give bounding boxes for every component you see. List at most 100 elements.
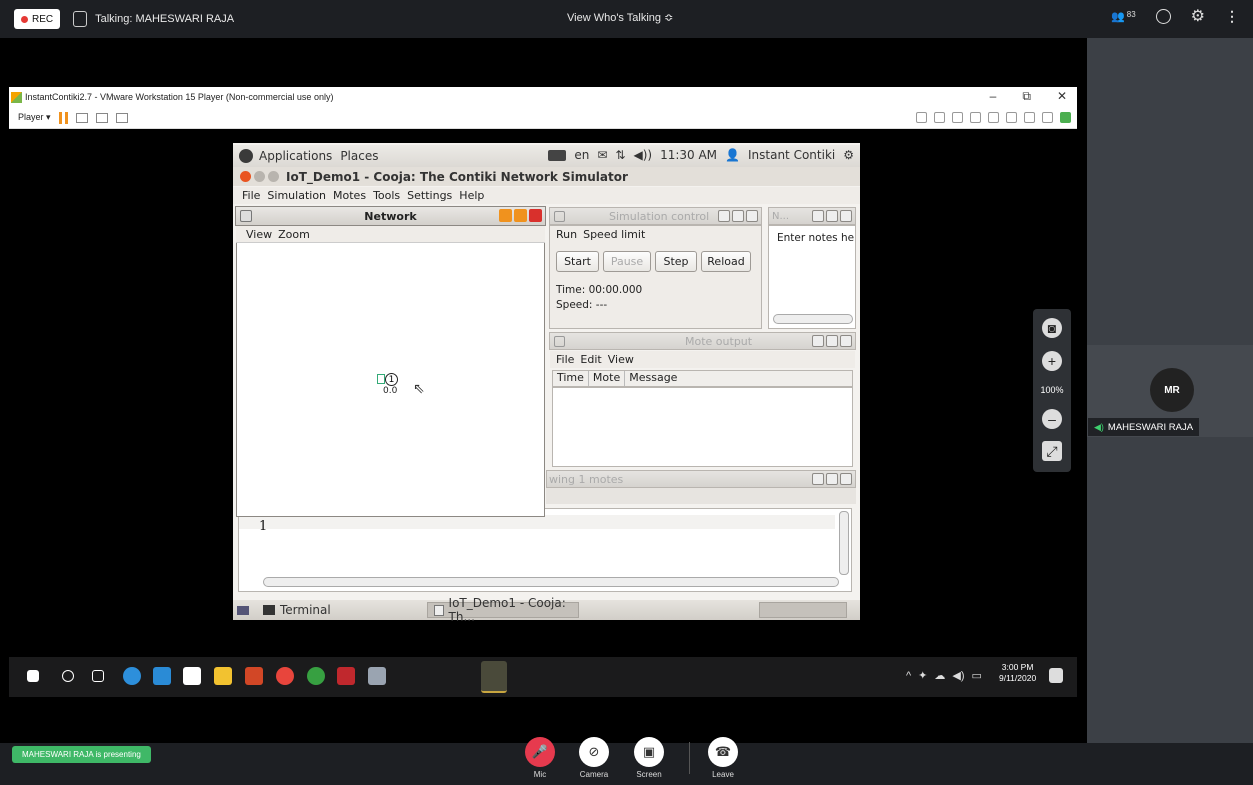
notes-textarea[interactable]: Enter notes he [768, 225, 856, 329]
menu-file[interactable]: File [242, 189, 260, 202]
camera-button[interactable]: ⊘ Camera [576, 737, 612, 779]
fullscreen-icon[interactable]: ⤢ [1042, 441, 1062, 461]
sim-control-title-bar[interactable]: Simulation control [549, 207, 762, 225]
network-canvas[interactable]: 1 0.0 ⇖ [236, 243, 545, 517]
minimize-icon[interactable] [812, 473, 824, 485]
windows-start-icon[interactable] [27, 670, 39, 682]
onedrive-icon[interactable]: ☁ [934, 669, 945, 682]
volume-icon[interactable]: ◀)) [633, 148, 652, 162]
menu-simulation[interactable]: Simulation [267, 189, 326, 202]
power-icon[interactable]: ⚙ [843, 148, 854, 162]
column-time[interactable]: Time [553, 371, 589, 386]
minimize-icon[interactable] [812, 335, 824, 347]
chrome-icon[interactable] [276, 667, 294, 685]
close-icon[interactable] [529, 209, 542, 222]
show-desktop-icon[interactable] [237, 605, 249, 615]
gear-icon[interactable]: ⚙ [1191, 8, 1205, 25]
menu-settings[interactable]: Settings [407, 189, 452, 202]
start-button[interactable]: Start [556, 251, 599, 272]
task-view-icon[interactable] [92, 670, 104, 682]
device-icon[interactable] [970, 112, 981, 123]
maximize-icon[interactable] [826, 473, 838, 485]
timeline-title-bar[interactable]: wing 1 motes [546, 470, 856, 488]
app-icon[interactable] [307, 667, 325, 685]
notes-title-bar[interactable]: N... [768, 207, 856, 225]
close-icon[interactable] [840, 335, 852, 347]
pause-icon[interactable] [58, 111, 68, 124]
more-options-icon[interactable]: ⋮ [1225, 8, 1239, 25]
applications-menu[interactable]: Applications [259, 149, 332, 163]
store-icon[interactable] [183, 667, 201, 685]
close-icon[interactable] [840, 473, 852, 485]
minimize-icon[interactable] [499, 209, 512, 222]
menu-run[interactable]: Run [556, 228, 577, 241]
column-message[interactable]: Message [625, 371, 681, 386]
close-button[interactable]: ✕ [1057, 89, 1067, 104]
fit-guest-icon[interactable] [95, 112, 108, 123]
guest-clock[interactable]: 11:30 AM [660, 148, 717, 162]
leave-button[interactable]: ☎ Leave [705, 737, 741, 779]
zoom-out-icon[interactable]: – [1042, 409, 1062, 429]
network-icon[interactable]: ⇅ [615, 148, 625, 162]
minimize-icon[interactable] [254, 171, 265, 182]
maximize-icon[interactable] [514, 209, 527, 222]
send-ctrl-alt-del-icon[interactable] [75, 112, 88, 123]
device-icon[interactable] [952, 112, 963, 123]
pause-button[interactable]: Pause [603, 251, 651, 272]
user-name[interactable]: Instant Contiki [748, 148, 835, 162]
maximize-icon[interactable] [826, 210, 838, 222]
device-icon[interactable] [934, 112, 945, 123]
timeline-area[interactable]: 1 [238, 508, 852, 592]
maximize-icon[interactable] [268, 171, 279, 182]
network-title-bar[interactable]: Network [235, 206, 546, 226]
maximize-icon[interactable] [732, 210, 744, 222]
menu-tools[interactable]: Tools [373, 189, 400, 202]
volume-icon[interactable]: ◀) [952, 669, 964, 682]
close-icon[interactable] [240, 171, 251, 182]
unity-icon[interactable] [115, 112, 128, 123]
reload-button[interactable]: Reload [701, 251, 751, 272]
menu-speed-limit[interactable]: Speed limit [583, 228, 645, 241]
menu-edit[interactable]: Edit [580, 353, 601, 366]
app-icon[interactable] [368, 667, 386, 685]
menu-motes[interactable]: Motes [333, 189, 366, 202]
mote-node[interactable]: 1 [377, 373, 398, 386]
menu-view[interactable]: View [246, 228, 272, 241]
close-icon[interactable] [840, 210, 852, 222]
close-icon[interactable] [746, 210, 758, 222]
player-menu[interactable]: Player ▾ [18, 112, 51, 123]
menu-view[interactable]: View [608, 353, 634, 366]
language-indicator[interactable]: en [574, 148, 589, 162]
timeline-hscroll[interactable] [263, 577, 839, 587]
menu-zoom[interactable]: Zoom [278, 228, 310, 241]
search-icon[interactable] [62, 670, 74, 682]
taskbar-cooja[interactable]: IoT_Demo1 - Cooja: Th... [427, 596, 579, 624]
vmware-taskbar-icon[interactable] [481, 661, 507, 693]
step-button[interactable]: Step [655, 251, 697, 272]
app-icon[interactable] [337, 667, 355, 685]
minimize-icon[interactable] [718, 210, 730, 222]
device-icon[interactable] [988, 112, 999, 123]
mail-icon[interactable]: ✉ [597, 148, 607, 162]
message-log-icon[interactable] [1060, 112, 1071, 123]
device-icon[interactable] [1006, 112, 1017, 123]
notifications-icon[interactable] [1049, 668, 1063, 683]
dropbox-icon[interactable]: ✦ [918, 669, 927, 682]
timeline-vscroll[interactable] [839, 511, 849, 575]
minimize-icon[interactable] [812, 210, 824, 222]
workspace-switcher[interactable] [759, 602, 847, 618]
powerpoint-icon[interactable] [245, 667, 263, 685]
camera-snapshot-icon[interactable]: ◙ [1042, 318, 1062, 338]
device-icon[interactable] [916, 112, 927, 123]
keyboard-icon[interactable] [548, 149, 567, 161]
menu-file[interactable]: File [556, 353, 574, 366]
menu-help[interactable]: Help [459, 189, 484, 202]
view-whos-talking-dropdown[interactable]: View Who's Talking ≎ [567, 11, 673, 24]
battery-icon[interactable]: ▭ [972, 669, 982, 682]
edge-icon[interactable] [123, 667, 141, 685]
notes-scrollbar[interactable] [773, 314, 853, 324]
chat-icon[interactable] [1155, 9, 1171, 24]
minimize-button[interactable]: – [990, 89, 997, 104]
mote-output-log[interactable] [552, 387, 853, 467]
maximize-icon[interactable] [826, 335, 838, 347]
